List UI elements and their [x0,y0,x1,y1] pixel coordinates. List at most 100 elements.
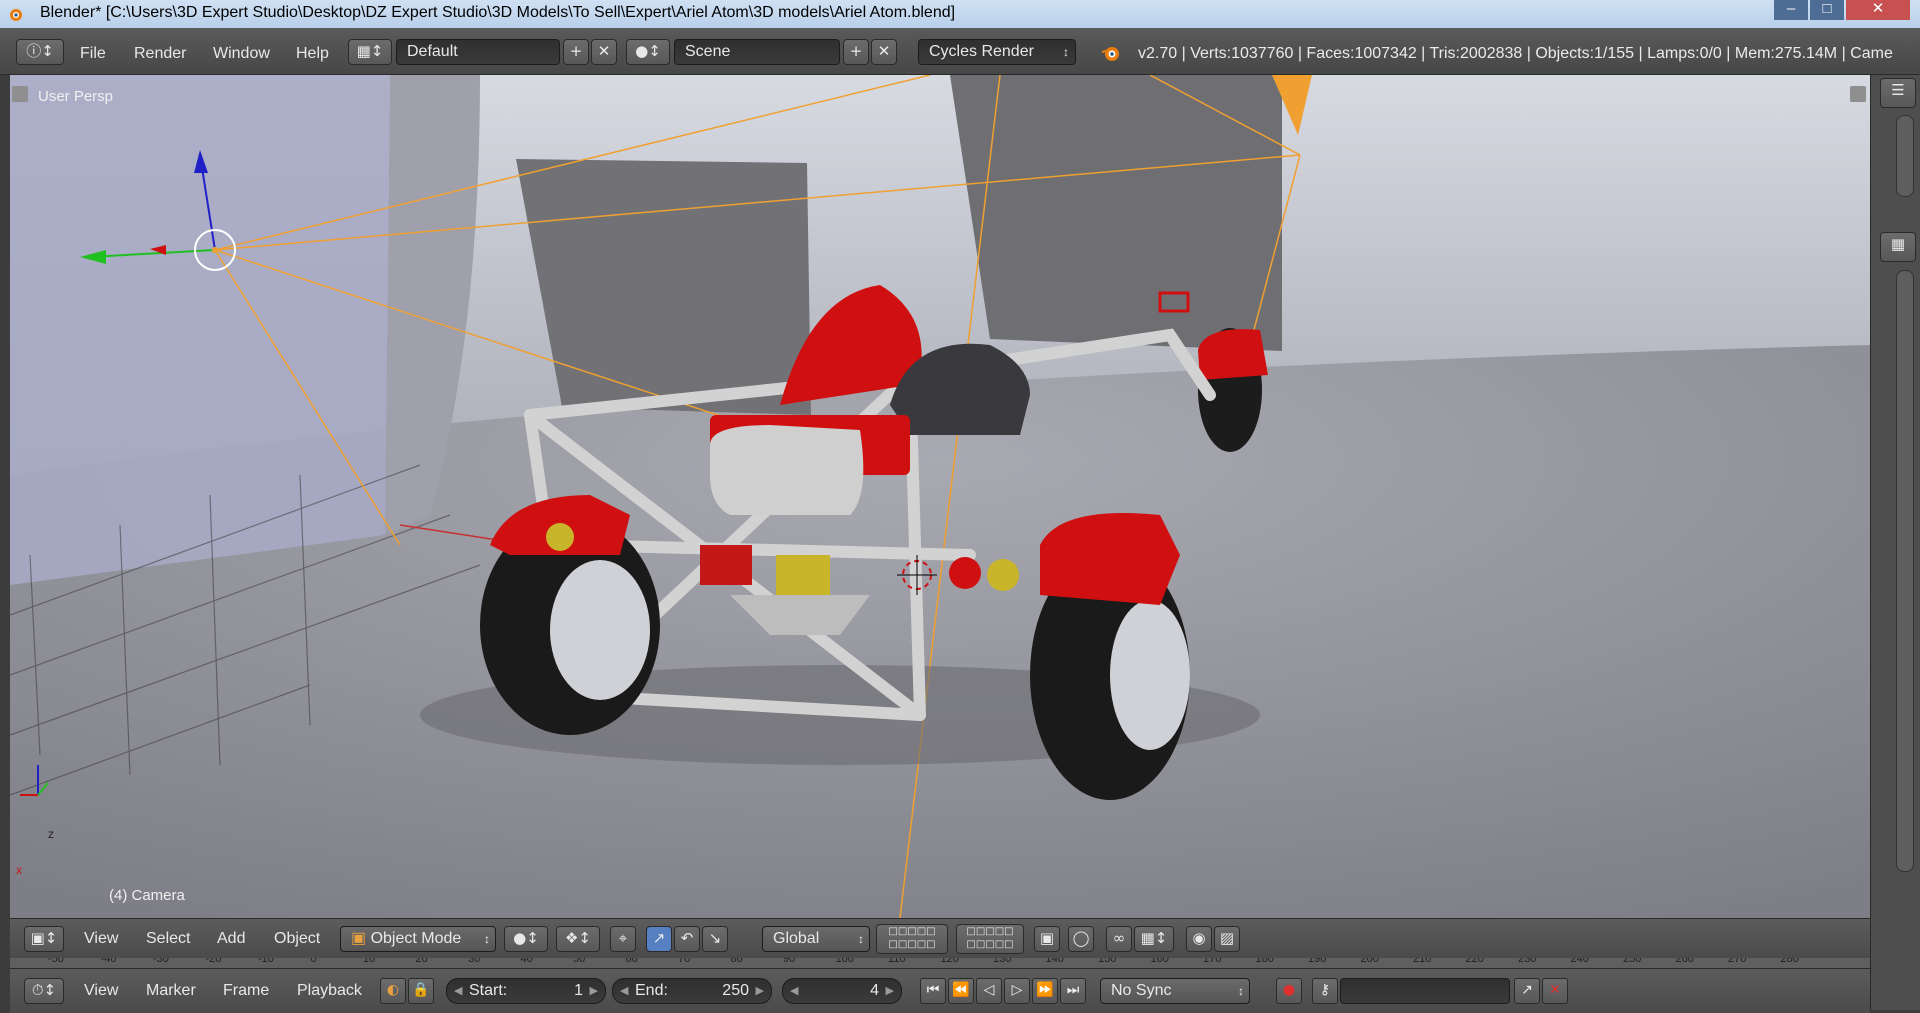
timeline-ruler[interactable]: -50 -40 -30 -20 -10 0 10 20 30 40 50 60 70 80 90 100 110… [10,958,1870,968]
scene-field[interactable]: Scene [674,39,840,65]
decrement-arrow-icon[interactable]: ◀ [620,979,628,1003]
remove-layout-button[interactable]: ✕ [591,39,617,65]
menu-timeline-view[interactable]: View [84,982,118,1000]
decrement-arrow-icon[interactable]: ◀ [454,979,462,1003]
render-opengl-button[interactable]: ◉ [1186,926,1212,952]
scene-browse-button[interactable]: ●↕ [626,39,670,65]
increment-arrow-icon[interactable]: ▶ [886,979,894,1003]
close-icon[interactable]: ✕ [1846,0,1910,20]
menu-add[interactable]: Add [217,930,245,948]
jump-start-icon: ⏮ [926,982,940,998]
lock-camera-toggle[interactable]: ▣ [1034,926,1060,952]
decrement-arrow-icon[interactable]: ◀ [790,979,798,1003]
scene-statistics: v2.70 | Verts:1037760 | Faces:1007342 | … [1138,45,1893,62]
jump-to-keyframe-prev-button[interactable]: ⏪ [948,978,974,1004]
layer-buttons-group-1[interactable]: □□□□□ □□□□□ [876,924,948,954]
menu-frame[interactable]: Frame [223,982,269,1000]
scale-manipulator[interactable]: ↘ [702,926,728,952]
editor-type-info-button[interactable]: ⓘ↕ [16,39,64,65]
render-engine-label: Cycles Render [929,43,1034,60]
clock-icon: ⏱↕ [31,981,57,999]
proportional-editing-button[interactable]: ◯ [1068,926,1094,952]
editor-type-timeline-button[interactable]: ⏱↕ [24,978,64,1004]
rotate-manipulator[interactable]: ↶ [674,926,700,952]
pivot-point-button[interactable]: ❖↕ [556,926,600,952]
fender-right [1040,513,1180,605]
render-engine-dropdown[interactable]: Cycles Render ↕ [918,39,1076,65]
menu-render[interactable]: Render [134,45,186,63]
menu-select[interactable]: Select [146,930,190,948]
play-button[interactable]: ▷ [1004,978,1030,1004]
jump-to-start-button[interactable]: ⏮ [920,978,946,1004]
orientation-label: Global [773,930,820,947]
screen-layout-field[interactable]: Default [396,39,560,65]
keying-set-button[interactable]: ⚷ [1312,978,1338,1004]
view-name-label: User Persp [38,88,114,105]
snap-toggle[interactable]: ∞ [1106,926,1132,952]
toolshelf-toggle[interactable] [12,86,28,102]
add-layout-button[interactable]: + [563,39,589,65]
minimize-icon[interactable]: – [1774,0,1808,20]
increment-arrow-icon[interactable]: ▶ [756,979,764,1003]
updown-arrow-icon: ↕ [1063,45,1069,59]
delete-keyframe-button[interactable]: ✕ [1542,978,1568,1004]
menu-window[interactable]: Window [213,45,270,63]
jump-to-end-button[interactable]: ⏭ [1060,978,1086,1004]
start-frame-field[interactable]: ◀ Start: 1 ▶ [446,978,606,1004]
insert-keyframe-button[interactable]: ↗ [1514,978,1540,1004]
menu-playback[interactable]: Playback [297,982,362,1000]
increment-arrow-icon[interactable]: ▶ [590,979,598,1003]
play-reverse-button[interactable]: ◁ [976,978,1002,1004]
menu-file[interactable]: File [80,45,106,63]
pivot-icon: ❖↕ [564,929,591,947]
3d-viewport[interactable]: User Persp (4) Camera z x [10,75,1870,918]
translate-manipulator[interactable]: ↗ [646,926,672,952]
ruler-tick-label: 110 [888,958,906,965]
ruler-tick-label: -20 [205,958,222,965]
current-frame-field[interactable]: ◀ 4 ▶ [782,978,902,1004]
active-keying-set-field[interactable] [1340,978,1510,1004]
ruler-tick-label: 280 [1780,958,1799,965]
menu-view[interactable]: View [84,930,118,948]
x-icon: ✕ [597,42,611,60]
viewport-shading-button[interactable]: ●↕ [504,926,548,952]
properties-scrollbar[interactable] [1896,270,1914,872]
lock-time-cursor-toggle[interactable]: 🔒 [408,978,434,1004]
properties-icon: ▦ [1890,235,1906,253]
layout-icon: ▦↕ [356,42,384,60]
maximize-icon[interactable]: □ [1810,0,1844,20]
properties-editor-icon[interactable]: ▦ [1880,232,1916,262]
remove-scene-button[interactable]: ✕ [871,39,897,65]
screen-layout-browse-button[interactable]: ▦↕ [348,39,392,65]
add-scene-button[interactable]: + [843,39,869,65]
record-icon: ● [1282,982,1296,998]
layer-buttons-group-2[interactable]: □□□□□ □□□□□ [956,924,1024,954]
outliner-scrollbar[interactable] [1896,115,1914,197]
menu-object[interactable]: Object [274,930,320,948]
editor-type-3dview-button[interactable]: ▣↕ [24,926,64,952]
ruler-tick-label: -40 [100,958,117,965]
snap-element-dropdown[interactable]: ▦↕ [1134,926,1174,952]
circle-icon: ◯ [1072,929,1090,947]
screen-layout-name: Default [407,43,458,60]
render-animation-button[interactable]: ▨ [1214,926,1240,952]
next-keyframe-icon: ⏩ [1036,982,1054,998]
transform-orientation-dropdown[interactable]: Global ↕ [762,926,870,952]
manipulator-toggle[interactable]: ⌖ [610,926,636,952]
ruler-tick-label: 260 [1675,958,1694,965]
menu-help[interactable]: Help [296,45,329,63]
blender-logo-icon [10,9,22,21]
clapper-icon: ▨ [1219,929,1235,947]
menu-marker[interactable]: Marker [146,982,196,1000]
mode-dropdown[interactable]: ▣ Object Mode ↕ [340,926,496,952]
jump-to-keyframe-next-button[interactable]: ⏩ [1032,978,1058,1004]
viewport-scene[interactable] [10,75,1870,918]
properties-toggle[interactable] [1850,86,1866,102]
outliner-editor-icon[interactable]: ☰ [1880,78,1916,108]
end-frame-field[interactable]: ◀ End: 250 ▶ [612,978,772,1004]
start-label: Start: [469,982,508,999]
sync-mode-dropdown[interactable]: No Sync ↕ [1100,978,1250,1004]
record-keyframe-button[interactable]: ● [1276,978,1302,1004]
window-title-bar: Blender* [C:\Users\3D Expert Studio\Desk… [0,0,1920,28]
preview-range-toggle[interactable]: ◐ [380,978,406,1004]
